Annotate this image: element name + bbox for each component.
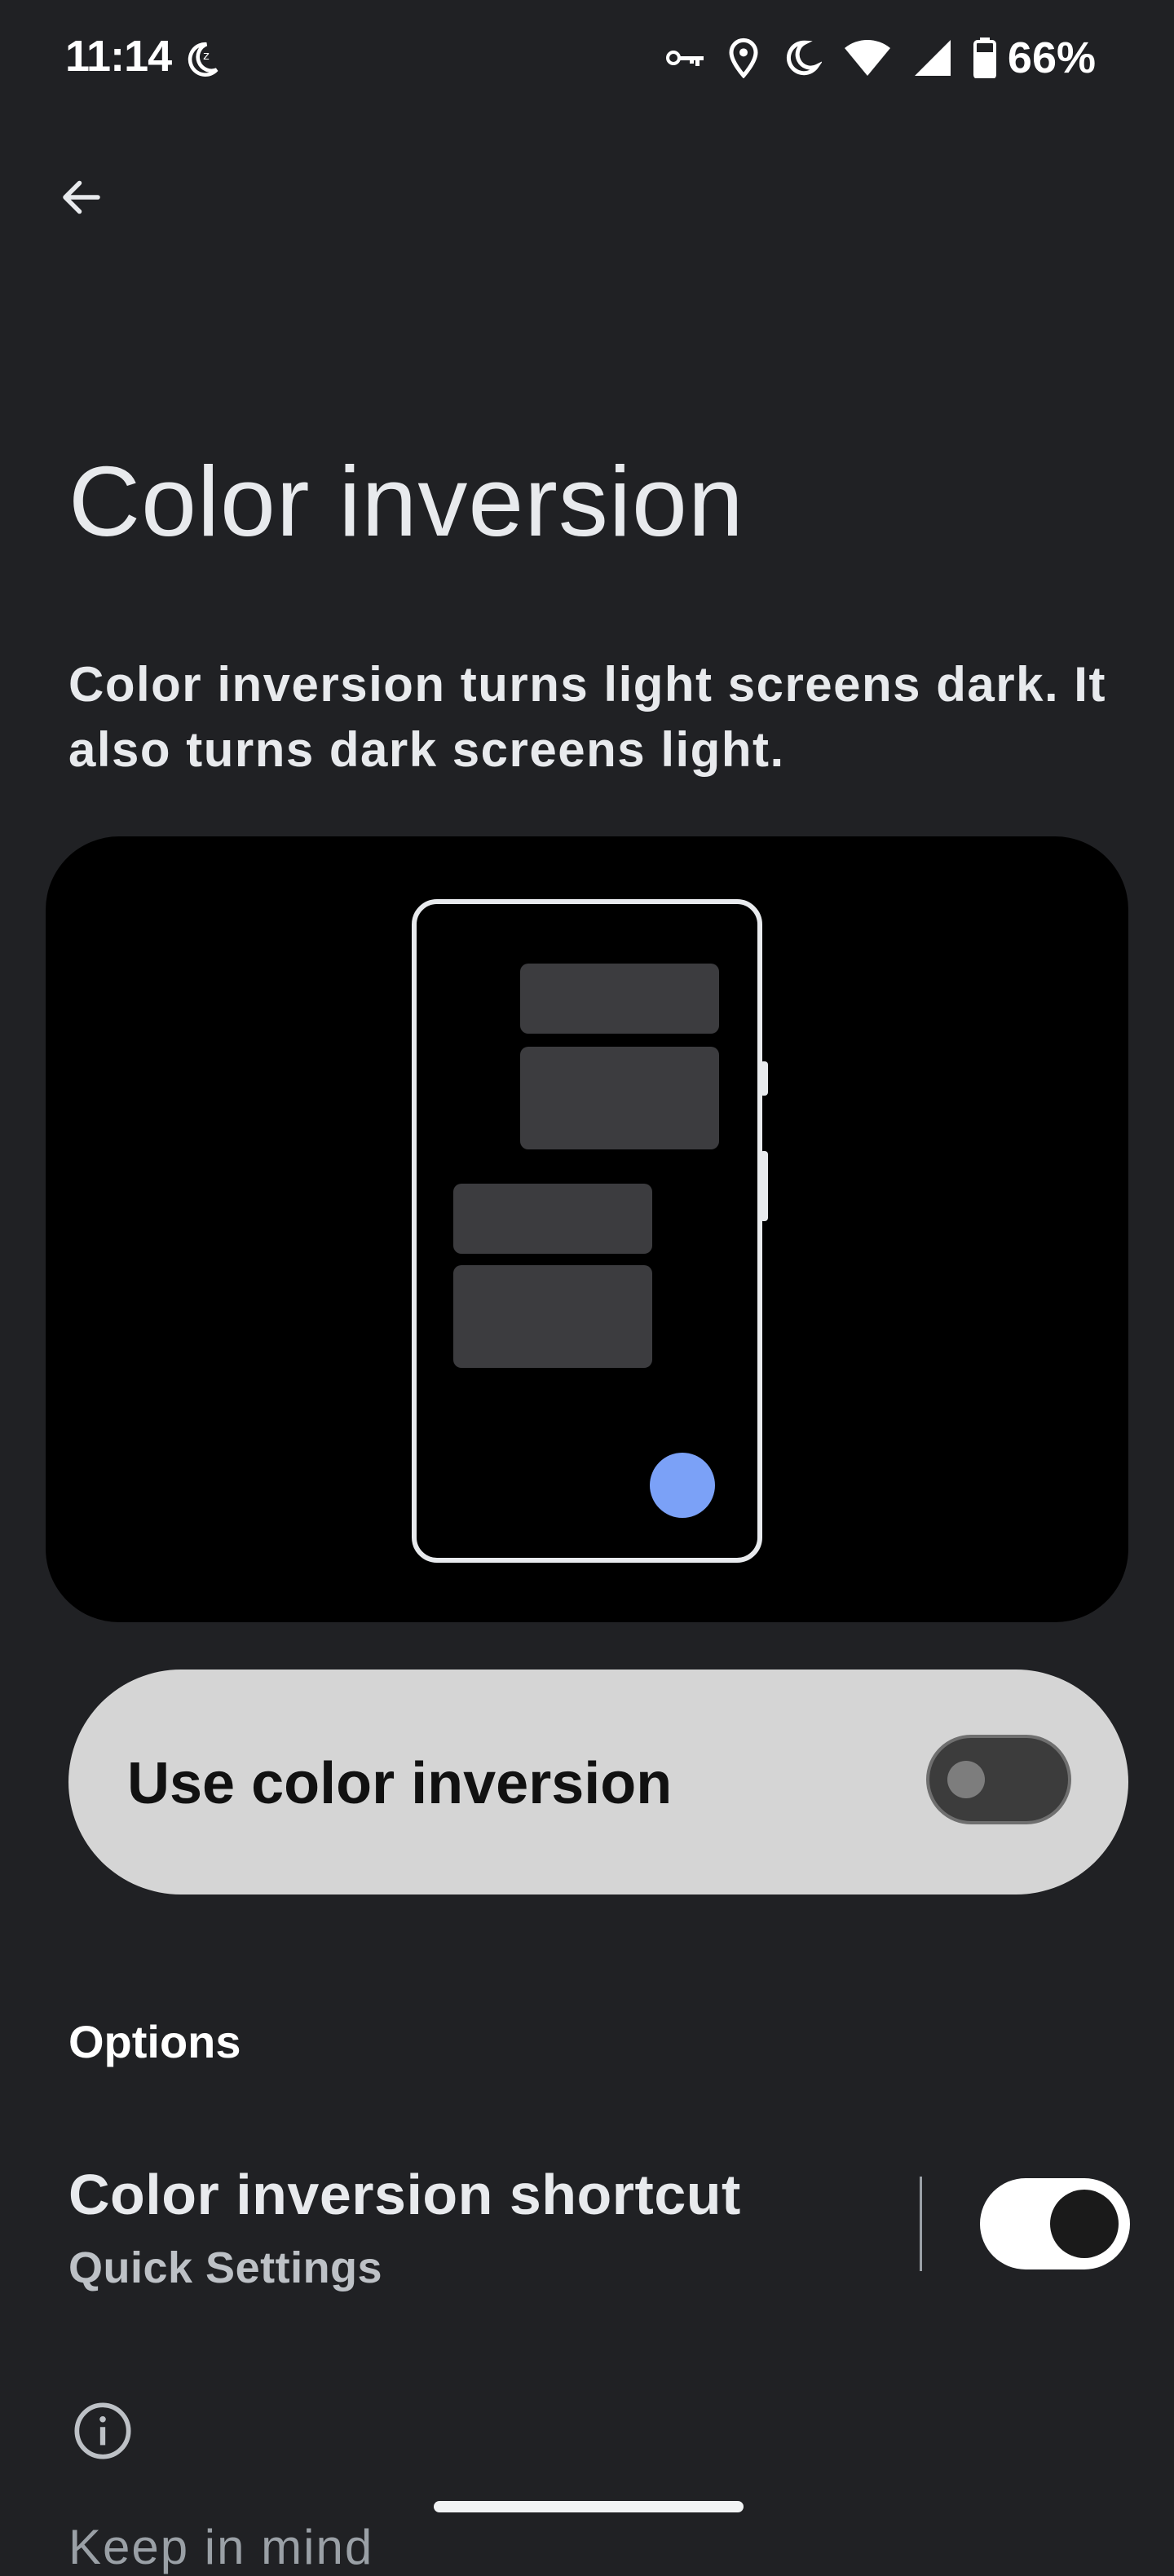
shortcut-summary: Quick Settings: [68, 2243, 383, 2292]
use-color-inversion-toggle[interactable]: [926, 1735, 1071, 1824]
status-time: 11:14: [65, 32, 172, 81]
wifi-icon: [844, 39, 890, 76]
color-inversion-illustration: [46, 836, 1128, 1622]
placeholder-block-1: [520, 964, 719, 1034]
fab-circle: [650, 1453, 715, 1518]
back-button[interactable]: [47, 163, 116, 232]
color-inversion-shortcut-row[interactable]: Color inversion shortcut Quick Settings: [0, 2136, 1174, 2315]
phone-side-button-top: [760, 1061, 768, 1096]
phone-side-button-bottom: [760, 1151, 768, 1221]
toggle-thumb: [947, 1761, 985, 1798]
footer-peek-text: Keep in mind: [68, 2520, 374, 2574]
page-description: Color inversion turns light screens dark…: [68, 657, 1106, 777]
placeholder-block-3: [453, 1184, 652, 1254]
use-color-inversion-switch[interactable]: Use color inversion: [68, 1670, 1128, 1895]
cell-signal-icon: [914, 40, 951, 76]
phone-illustration: [412, 899, 768, 1563]
placeholder-block-4: [453, 1265, 652, 1368]
gesture-nav-handle[interactable]: [434, 2501, 744, 2512]
vpn-key-icon: [665, 51, 704, 66]
location-icon: [729, 37, 758, 78]
page-title: Color inversion: [68, 446, 744, 557]
arrow-left-icon: [63, 180, 100, 214]
battery-percent: 66%: [1007, 33, 1096, 82]
shortcut-toggle[interactable]: [980, 2178, 1130, 2269]
status-icons: 66%: [665, 29, 1096, 86]
toggle-thumb: [1050, 2190, 1119, 2258]
do-not-disturb-moon-icon: z: [188, 42, 218, 77]
options-header: Options: [68, 2016, 241, 2067]
status-bar: 11:14 z 66%: [0, 0, 1174, 114]
vertical-divider: [920, 2177, 922, 2271]
svg-text:z: z: [203, 49, 210, 63]
shortcut-title: Color inversion shortcut: [68, 2163, 741, 2226]
info-icon: [74, 2402, 131, 2459]
placeholder-block-2: [520, 1047, 719, 1149]
moon-icon: [786, 40, 822, 76]
battery-icon: [973, 37, 996, 78]
use-color-inversion-label: Use color inversion: [127, 1751, 673, 1816]
